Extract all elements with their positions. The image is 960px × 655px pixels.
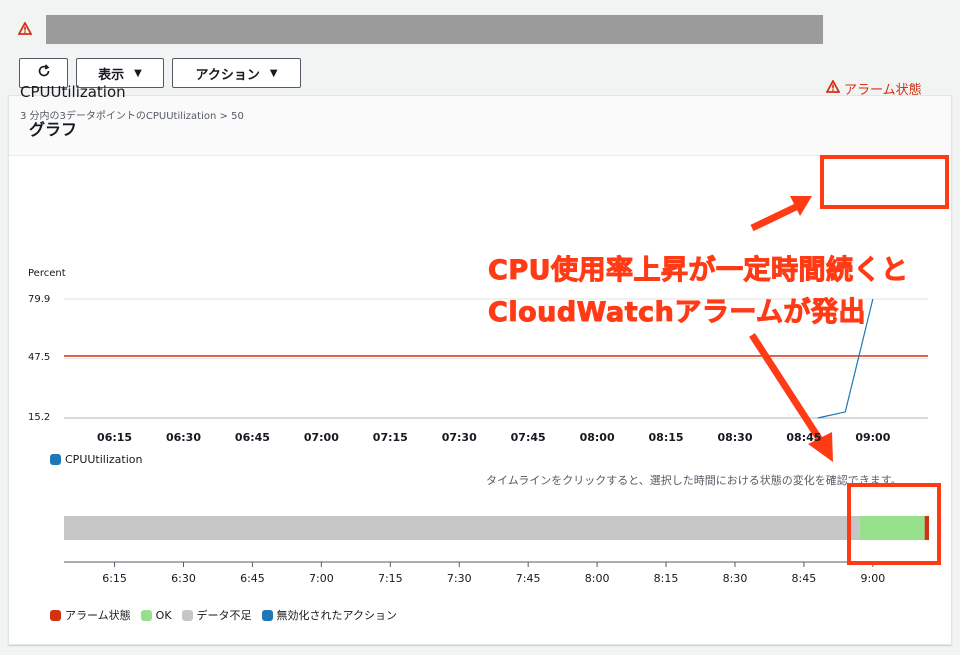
x-tick-label: 06:15 [97, 431, 133, 444]
timeline-segment[interactable] [64, 516, 860, 540]
timeline-note: タイムラインをクリックすると、選択した時間における状態の変化を確認できます。 [486, 474, 902, 487]
annotation-text: CloudWatchアラームが発出 [487, 297, 867, 329]
x-tick-label: 07:00 [303, 431, 339, 444]
timeline-tick-label: 9:00 [860, 572, 886, 585]
x-tick-label: 07:45 [510, 431, 546, 444]
x-tick-label: 08:15 [648, 431, 684, 444]
highlight-box [847, 483, 941, 565]
timeline-tick-label: 7:30 [446, 572, 472, 585]
highlight-box [820, 155, 949, 209]
legend-label: CPUUtilization [65, 453, 143, 466]
x-tick-label: 07:30 [441, 431, 477, 444]
timeline-legend: アラーム状態 OK データ不足 無効化されたアクション [50, 607, 397, 623]
timeline-tick-label: 6:15 [102, 572, 127, 585]
legend-item-ok: OK [140, 609, 172, 622]
timeline-tick-label: 7:45 [515, 572, 541, 585]
timeline-tick-label: 6:45 [240, 572, 265, 585]
legend-item-disabled-actions: 無効化されたアクション [261, 607, 397, 623]
annotation-text: CPU使用率上昇が一定時間続くと [488, 255, 909, 287]
x-tick-label: 07:15 [372, 431, 408, 444]
x-tick-label: 08:45 [786, 431, 822, 444]
timeline-tick-label: 8:00 [584, 572, 610, 585]
timeline-tick-label: 7:15 [377, 572, 403, 585]
legend-swatch [50, 454, 61, 465]
x-tick-label: 09:00 [855, 431, 891, 444]
x-tick-label: 06:30 [165, 431, 201, 444]
timeline-tick-label: 6:30 [171, 572, 196, 585]
timeline-tick-label: 8:45 [791, 572, 817, 585]
timeline-tick-label: 7:00 [309, 572, 334, 585]
x-tick-label: 06:45 [234, 431, 270, 444]
timeline-tick-label: 8:30 [722, 572, 748, 585]
arrow-annotation [750, 196, 812, 232]
x-tick-label: 08:00 [579, 431, 615, 444]
legend-item-alarm: アラーム状態 [50, 607, 131, 623]
chart-legend: CPUUtilization [50, 453, 142, 466]
legend-item-insufficient: データ不足 [181, 607, 252, 623]
timeline-tick-label: 8:15 [653, 572, 679, 585]
x-tick-label: 08:30 [717, 431, 753, 444]
